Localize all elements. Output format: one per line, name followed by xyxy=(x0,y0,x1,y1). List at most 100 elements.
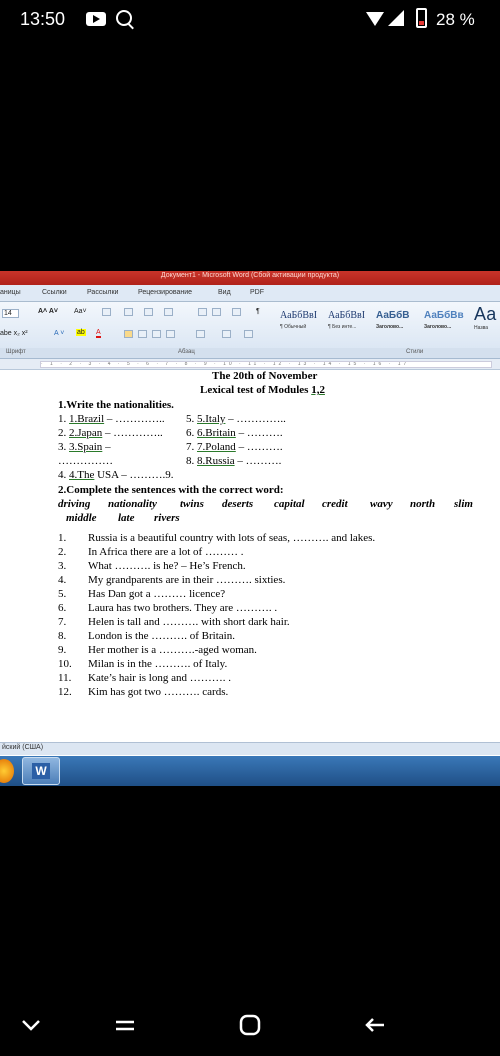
collapse-chevron-icon[interactable] xyxy=(18,1012,44,1038)
word-bank-word: rivers xyxy=(154,512,180,524)
text-effects-icon[interactable]: A ˅ xyxy=(54,330,64,337)
align-left-icon[interactable] xyxy=(124,330,133,338)
word-bank-word: wavy xyxy=(370,498,393,510)
document-page[interactable]: The 20th of November Lexical test of Mod… xyxy=(0,370,500,738)
title-bar: Документ1 - Microsoft Word (Сбой активац… xyxy=(0,271,500,285)
font-size-box[interactable]: 14 xyxy=(2,309,19,318)
nationality-item-left: 1. 1.Brazil – ………….. xyxy=(58,413,165,425)
style-caption: ¶ Без инте... xyxy=(328,324,357,330)
style-caption: Заголово... xyxy=(376,324,404,330)
sentence-text: Milan is in the ………. of Italy. xyxy=(88,658,228,670)
sort-icon[interactable] xyxy=(232,308,241,316)
word-bank-word: driving xyxy=(58,498,91,510)
sentence-number: 7. xyxy=(58,616,67,628)
word-bank-word: slim xyxy=(454,498,473,510)
style-heading-2[interactable]: АаБбВв Заголово... xyxy=(424,310,464,336)
line-spacing-icon[interactable] xyxy=(196,330,205,338)
sentence-text: Kim has got two ………. cards. xyxy=(88,686,229,698)
increase-indent-icon[interactable] xyxy=(212,308,221,316)
word-bank-word: late xyxy=(118,512,135,524)
ribbon: 14 A˄ A˅ Aa˅ ¶ abe x₂ x² A ˅ ab A АаБбВв… xyxy=(0,302,500,349)
word-app-icon: W xyxy=(32,763,50,779)
sentence-text: London is the ………. of Britain. xyxy=(88,630,235,642)
sentence-number: 8. xyxy=(58,630,67,642)
sentence-number: 3. xyxy=(58,560,67,572)
window-title: Документ1 - Microsoft Word (Сбой активац… xyxy=(160,272,340,279)
font-color-icon[interactable]: A xyxy=(96,329,101,338)
tab-pdf[interactable]: PDF xyxy=(250,289,264,296)
style-sample: АаБбВвI xyxy=(280,310,318,321)
nationality-item-left: 4. 4.The USA – ……….9. xyxy=(58,469,174,481)
tab-review[interactable]: Рецензирование xyxy=(138,289,192,296)
style-title[interactable]: Аа Назва xyxy=(474,304,497,331)
multilevel-list-icon[interactable] xyxy=(164,308,173,316)
word-taskbar-button[interactable]: W xyxy=(22,757,60,785)
navigation-bar xyxy=(0,1000,500,1056)
style-sample: АаБбВв xyxy=(424,310,464,321)
align-center-icon[interactable] xyxy=(138,330,147,338)
sentence-text: Her mother is a ……….-aged woman. xyxy=(88,644,257,656)
style-caption: Заголово... xyxy=(424,324,452,330)
strikethrough-button[interactable]: abe x₂ x² xyxy=(0,330,28,337)
tab-page-layout[interactable]: аницы xyxy=(0,289,21,296)
word-bank-word: north xyxy=(410,498,436,510)
justify-icon[interactable] xyxy=(166,330,175,338)
style-heading-1[interactable]: АаБбВ Заголово... xyxy=(376,310,410,336)
recent-apps-icon[interactable] xyxy=(112,1012,138,1038)
wifi-icon xyxy=(366,12,384,26)
sentence-number: 1. xyxy=(58,532,67,544)
sentence-text: My grandparents are in their ………. sixtie… xyxy=(88,574,286,586)
battery-percent: 28 % xyxy=(436,10,475,29)
shading-icon[interactable] xyxy=(222,330,231,338)
home-icon[interactable] xyxy=(237,1012,263,1038)
word-bank-word: credit xyxy=(322,498,348,510)
clear-format-icon[interactable] xyxy=(102,308,111,316)
sentence-text: What ………. is he? – He’s French. xyxy=(88,560,246,572)
start-button-icon[interactable] xyxy=(0,759,14,783)
ribbon-tabs: аницы Ссылки Рассылки Рецензирование Вид… xyxy=(0,285,500,302)
nationality-item-left: …………… xyxy=(58,455,113,467)
change-case-button[interactable]: Aa˅ xyxy=(74,308,87,315)
nationality-item-right: 5. 5.Italy – ………….. xyxy=(186,413,286,425)
style-normal[interactable]: АаБбВвI ¶ Обычный xyxy=(280,310,317,336)
group-font-label: Шрифт xyxy=(6,349,26,355)
sentence-text: Kate’s hair is long and ………. . xyxy=(88,672,231,684)
sentence-text: Has Dan got a ……… licence? xyxy=(88,588,226,600)
word-bank-word: deserts xyxy=(222,498,254,510)
pilcrow-icon[interactable]: ¶ xyxy=(256,308,260,315)
tab-references[interactable]: Ссылки xyxy=(42,289,67,296)
ruler[interactable]: · 1 · 2 · 3 · 4 · 5 · 6 · 7 · 8 · 9 · 10… xyxy=(0,359,500,370)
sentence-number: 9. xyxy=(58,644,67,656)
style-no-spacing[interactable]: АаБбВвI ¶ Без инте... xyxy=(328,310,365,336)
borders-icon[interactable] xyxy=(244,330,253,338)
search-notification-icon xyxy=(116,10,132,26)
bullets-icon[interactable] xyxy=(124,308,133,316)
language-indicator[interactable]: йский (США) xyxy=(2,744,43,751)
nationality-item-right: 8. 8.Russia – ………. xyxy=(186,455,282,467)
align-right-icon[interactable] xyxy=(152,330,161,338)
group-styles-label: Стили xyxy=(406,349,424,355)
sentence-text: In Africa there are a lot of ……… . xyxy=(88,546,244,558)
back-icon[interactable] xyxy=(362,1012,388,1038)
youtube-notification-icon xyxy=(86,12,106,26)
style-sample: Аа xyxy=(474,304,497,324)
word-bank-word: twins xyxy=(180,498,204,510)
highlight-icon[interactable]: ab xyxy=(76,329,86,336)
sentence-number: 6. xyxy=(58,602,67,614)
numbering-icon[interactable] xyxy=(144,308,153,316)
grow-font-button[interactable]: A˄ A˅ xyxy=(38,308,58,315)
tab-mailings[interactable]: Рассылки xyxy=(87,289,118,296)
style-caption: ¶ Обычный xyxy=(280,324,307,330)
tab-view[interactable]: Вид xyxy=(218,289,231,296)
sentence-text: Helen is tall and ………. with short dark h… xyxy=(88,616,290,628)
word-status-bar: йский (США) xyxy=(0,742,500,755)
task-2-heading: 2.Complete the sentences with the correc… xyxy=(58,484,284,496)
group-paragraph-label: Абзац xyxy=(178,349,195,355)
decrease-indent-icon[interactable] xyxy=(198,308,207,316)
clock: 13:50 xyxy=(20,9,66,29)
word-window-photo: Документ1 - Microsoft Word (Сбой активац… xyxy=(0,271,500,786)
sentence-text: Russia is a beautiful country with lots … xyxy=(88,532,376,544)
nationality-item-right: 6. 6.Britain – ………. xyxy=(186,427,283,439)
ribbon-group-labels: Шрифт Абзац Стили xyxy=(0,348,500,359)
nationality-item-right: 7. 7.Poland – ………. xyxy=(186,441,283,453)
